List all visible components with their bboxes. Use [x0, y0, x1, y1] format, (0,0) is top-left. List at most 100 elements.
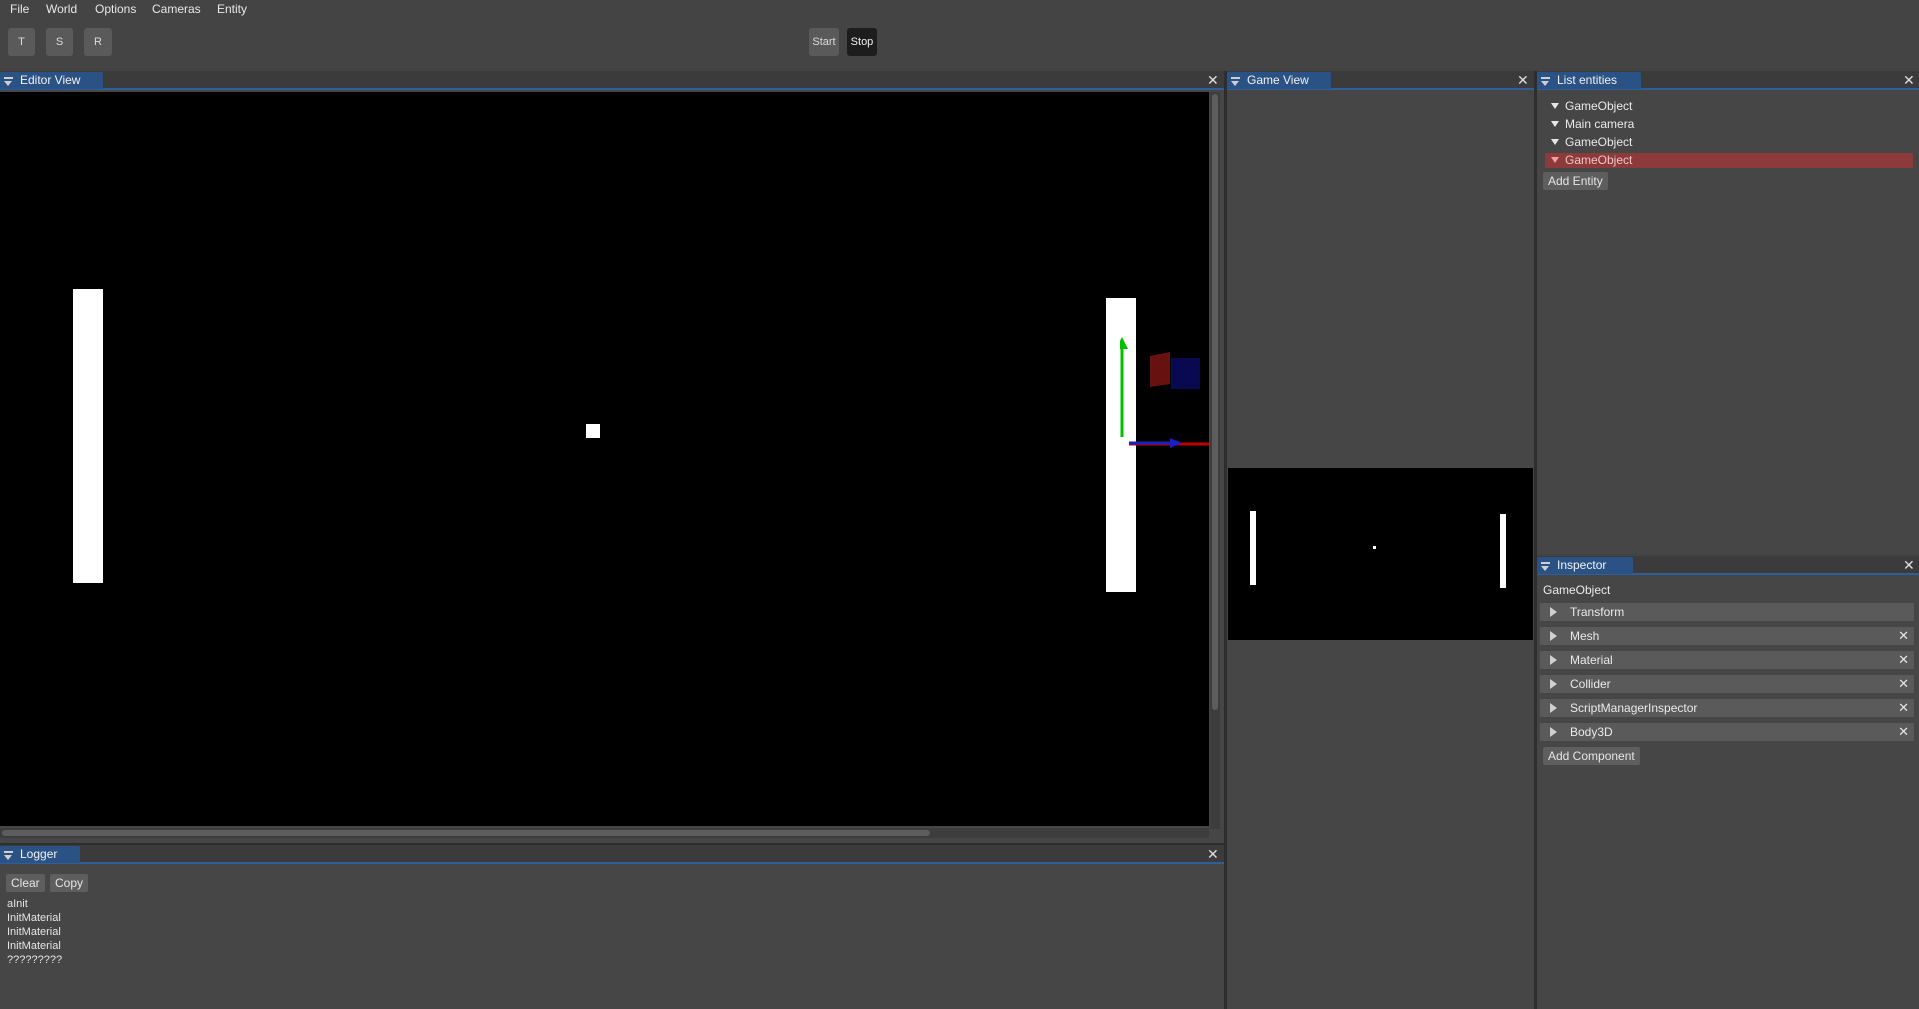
remove-component-icon[interactable]: ✕ — [1898, 723, 1909, 741]
component-body3d[interactable]: Body3D ✕ — [1540, 723, 1914, 741]
list-entities-tabbar: List entities ✕ — [1537, 71, 1919, 90]
component-mesh[interactable]: Mesh ✕ — [1540, 627, 1914, 645]
tab-editor-view[interactable]: Editor View — [0, 72, 103, 89]
menu-cameras[interactable]: Cameras — [152, 2, 201, 16]
add-entity-button[interactable]: Add Entity — [1543, 172, 1608, 190]
add-component-button[interactable]: Add Component — [1543, 747, 1640, 765]
collapse-arrow-icon[interactable] — [1550, 679, 1557, 689]
stop-button[interactable]: Stop — [847, 28, 877, 56]
tab-label: Editor View — [20, 73, 81, 87]
inspector-panel: Inspector ✕ GameObject — [1537, 556, 1919, 1009]
left-paddle[interactable] — [73, 289, 103, 583]
tab-list-entities[interactable]: List entities — [1537, 72, 1641, 89]
logger-tabbar: Logger ✕ — [0, 845, 1224, 864]
expand-arrow-icon[interactable] — [1551, 103, 1559, 109]
panel-menu-icon[interactable] — [1231, 77, 1240, 86]
remove-component-icon[interactable]: ✕ — [1898, 627, 1909, 645]
tab-game-view[interactable]: Game View — [1227, 72, 1331, 89]
editor-viewport[interactable] — [0, 92, 1209, 826]
remove-component-icon[interactable]: ✕ — [1898, 675, 1909, 693]
entity-item[interactable]: GameObject — [1545, 135, 1913, 150]
panel-splitter[interactable] — [0, 843, 1224, 845]
close-icon[interactable]: ✕ — [1517, 72, 1529, 88]
expand-arrow-icon[interactable] — [1551, 157, 1559, 163]
gizmo-plane-xy[interactable] — [1150, 352, 1170, 387]
log-line: ????????? — [7, 954, 63, 966]
gizmo-y-arrow — [1120, 337, 1128, 349]
entity-label: GameObject — [1565, 153, 1633, 167]
start-button[interactable]: Start — [809, 28, 839, 56]
editor-horizontal-scrollbar[interactable] — [0, 828, 1209, 838]
tab-label: Game View — [1247, 73, 1309, 87]
logger-panel: Logger ✕ Clear Copy aInit InitMaterial I… — [0, 845, 1224, 1009]
editor-vertical-scrollbar[interactable] — [1210, 92, 1220, 829]
log-line: InitMaterial — [7, 912, 61, 924]
remove-component-icon[interactable]: ✕ — [1898, 651, 1909, 669]
close-icon[interactable]: ✕ — [1207, 72, 1219, 88]
close-icon[interactable]: ✕ — [1207, 846, 1219, 862]
scroll-thumb[interactable] — [2, 830, 930, 836]
copy-button[interactable]: Copy — [50, 874, 89, 892]
gizmo-plane-yz[interactable] — [1171, 358, 1200, 389]
close-icon[interactable]: ✕ — [1903, 72, 1915, 88]
collapse-arrow-icon[interactable] — [1550, 631, 1557, 641]
tab-label: List entities — [1557, 73, 1618, 87]
collapse-arrow-icon[interactable] — [1550, 727, 1557, 737]
panel-menu-icon[interactable] — [1541, 77, 1550, 86]
translate-mode-button[interactable]: T — [8, 28, 35, 56]
menu-file[interactable]: File — [10, 2, 29, 16]
component-script-manager[interactable]: ScriptManagerInspector ✕ — [1540, 699, 1914, 717]
panel-splitter[interactable] — [1224, 71, 1227, 1009]
tab-inspector[interactable]: Inspector — [1537, 557, 1633, 574]
transform-gizmo[interactable] — [1120, 337, 1209, 452]
component-label: ScriptManagerInspector — [1570, 701, 1698, 715]
entity-label: GameObject — [1565, 99, 1633, 113]
component-label: Transform — [1570, 605, 1625, 619]
panel-menu-icon[interactable] — [4, 77, 13, 86]
entity-label: Main camera — [1565, 117, 1635, 131]
collapse-arrow-icon[interactable] — [1550, 607, 1557, 617]
expand-arrow-icon[interactable] — [1551, 139, 1559, 145]
remove-component-icon[interactable]: ✕ — [1898, 699, 1909, 717]
inspector-tabbar: Inspector ✕ — [1537, 556, 1919, 575]
game-view-panel: Game View ✕ — [1227, 71, 1534, 1009]
close-icon[interactable]: ✕ — [1903, 557, 1915, 573]
left-paddle — [1250, 511, 1256, 585]
tab-label: Inspector — [1557, 558, 1607, 572]
entity-item[interactable]: GameObject — [1545, 99, 1913, 114]
panel-splitter[interactable] — [1534, 71, 1537, 1009]
collapse-arrow-icon[interactable] — [1550, 703, 1557, 713]
ball[interactable] — [586, 424, 600, 438]
gizmo-z-arrow — [1170, 438, 1182, 448]
entity-label: GameObject — [1565, 135, 1633, 149]
scale-mode-button[interactable]: S — [46, 28, 73, 56]
menu-options[interactable]: Options — [95, 2, 136, 16]
tab-label: Logger — [20, 847, 58, 861]
component-label: Body3D — [1570, 725, 1613, 739]
scroll-thumb[interactable] — [1212, 94, 1218, 710]
panel-menu-icon[interactable] — [4, 851, 13, 860]
log-line: InitMaterial — [7, 926, 61, 938]
log-line: aInit — [7, 898, 28, 910]
component-label: Mesh — [1570, 629, 1600, 643]
entity-item[interactable]: Main camera — [1545, 117, 1913, 132]
entity-item-selected[interactable]: GameObject — [1545, 153, 1913, 168]
menu-entity[interactable]: Entity — [217, 2, 247, 16]
toolbar: T S R Start Stop — [0, 19, 1919, 69]
rotate-mode-button[interactable]: R — [84, 28, 112, 56]
component-transform[interactable]: Transform — [1540, 603, 1914, 621]
game-viewport[interactable] — [1228, 468, 1533, 640]
ball — [1373, 546, 1376, 549]
expand-arrow-icon[interactable] — [1551, 121, 1559, 127]
tab-logger[interactable]: Logger — [0, 846, 80, 863]
editor-view-tabbar: Editor View ✕ — [0, 71, 1224, 90]
component-collider[interactable]: Collider ✕ — [1540, 675, 1914, 693]
component-material[interactable]: Material ✕ — [1540, 651, 1914, 669]
collapse-arrow-icon[interactable] — [1550, 655, 1557, 665]
component-label: Collider — [1570, 677, 1611, 691]
clear-button[interactable]: Clear — [6, 874, 45, 892]
inspector-entity-name: GameObject — [1543, 583, 1611, 597]
component-label: Material — [1570, 653, 1613, 667]
menu-world[interactable]: World — [46, 2, 77, 16]
panel-menu-icon[interactable] — [1541, 562, 1550, 571]
